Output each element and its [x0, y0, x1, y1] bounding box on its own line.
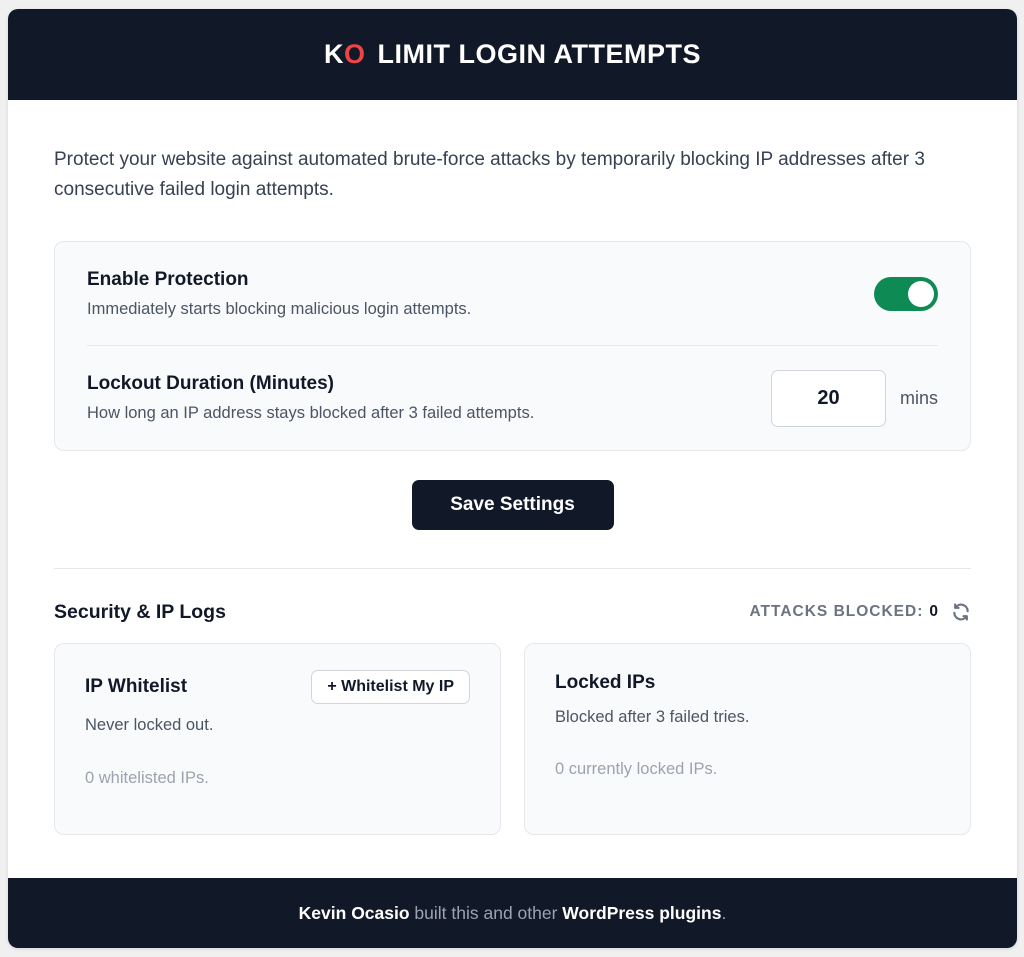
refresh-icon[interactable] [951, 602, 971, 622]
save-settings-button[interactable]: Save Settings [411, 480, 614, 530]
whitelist-description: Never locked out. [85, 716, 214, 734]
intro-text: Protect your website against automated b… [54, 149, 925, 200]
plugin-header: K O LIMIT LOGIN ATTEMPTS [8, 9, 1017, 100]
whitelist-panel: IP Whitelist + Whitelist My IP Never loc… [54, 643, 501, 835]
protection-title: Enable Protection [87, 268, 249, 290]
logs-header: Security & IP Logs ATTACKS BLOCKED: 0 [54, 600, 971, 624]
attacks-blocked: ATTACKS BLOCKED: 0 [750, 602, 971, 622]
footer-end-text: . [721, 902, 727, 923]
plugin-card: K O LIMIT LOGIN ATTEMPTS Protect your webs… [8, 9, 1017, 948]
logo-o: O [344, 39, 366, 69]
footer: Kevin Ocasio built this and other WordPr… [8, 878, 1017, 948]
protection-toggle[interactable] [874, 276, 938, 311]
logs-title: Security & IP Logs [54, 600, 226, 623]
locked-title: Locked IPs [555, 672, 656, 693]
footer-plugins-link[interactable]: WordPress plugins [562, 903, 721, 924]
save-wrapper: Save Settings [54, 480, 971, 530]
protection-text: Enable Protection Immediately starts blo… [87, 269, 471, 319]
main-content: Protect your website against automated b… [8, 145, 1017, 835]
lockout-duration-input[interactable] [770, 369, 886, 427]
footer-author-link[interactable]: Kevin Ocasio [299, 903, 410, 924]
toggle-knob [908, 280, 934, 307]
whitelist-my-ip-button[interactable]: + Whitelist My IP [311, 670, 470, 704]
logo-k: K [324, 39, 344, 69]
section-divider [54, 568, 971, 569]
lockout-input-group: mins [770, 369, 938, 427]
locked-description: Blocked after 3 failed tries. [555, 708, 750, 726]
settings-box: Enable Protection Immediately starts blo… [54, 241, 971, 451]
lockout-text: Lockout Duration (Minutes) How long an I… [87, 373, 534, 423]
plugin-title: LIMIT LOGIN ATTEMPTS [377, 39, 701, 69]
lockout-description: How long an IP address stays blocked aft… [87, 404, 535, 422]
whitelist-empty: 0 whitelisted IPs. [85, 769, 209, 787]
locked-empty: 0 currently locked IPs. [555, 760, 718, 778]
whitelist-top: IP Whitelist + Whitelist My IP [85, 670, 470, 704]
attacks-count: 0 [929, 603, 939, 620]
protection-description: Immediately starts blocking malicious lo… [87, 299, 472, 318]
lockout-row: Lockout Duration (Minutes) How long an I… [87, 346, 938, 450]
lockout-title: Lockout Duration (Minutes) [87, 373, 334, 394]
whitelist-title: IP Whitelist [85, 676, 188, 697]
attacks-label: ATTACKS BLOCKED: [749, 603, 924, 620]
footer-middle-text: built this and other [409, 902, 563, 923]
locked-panel: Locked IPs Blocked after 3 failed tries.… [524, 643, 971, 835]
protection-row: Enable Protection Immediately starts blo… [87, 242, 938, 346]
logs-panels: IP Whitelist + Whitelist My IP Never loc… [54, 643, 971, 835]
lockout-unit: mins [899, 387, 938, 408]
